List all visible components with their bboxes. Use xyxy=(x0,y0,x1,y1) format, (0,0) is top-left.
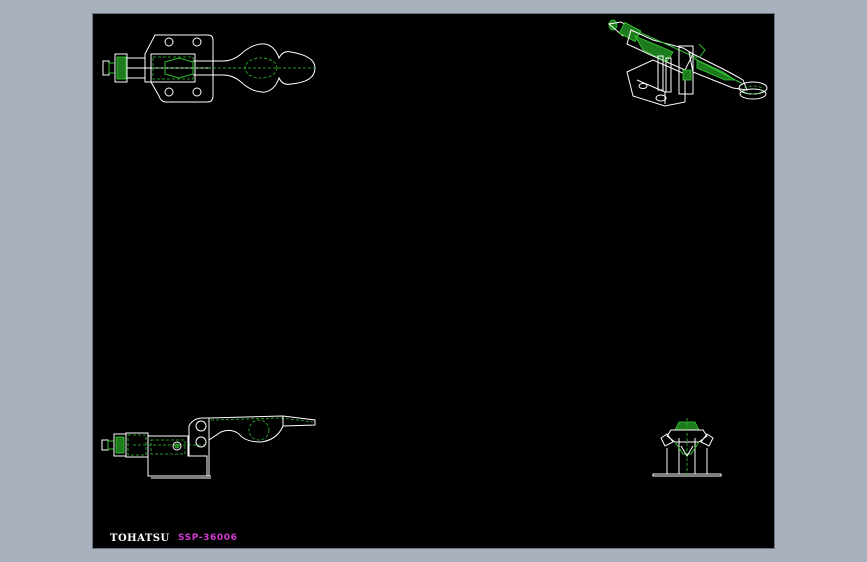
side-view xyxy=(101,415,316,479)
cad-drawing xyxy=(101,19,768,479)
end-view xyxy=(652,418,722,477)
top-view xyxy=(102,34,316,103)
part-number: SSP-36006 xyxy=(178,533,238,543)
isometric-view xyxy=(607,19,768,107)
drawing-canvas[interactable]: TOHATSU SSP-36006 xyxy=(92,13,775,549)
brand-label: TOHATSU xyxy=(110,533,170,544)
